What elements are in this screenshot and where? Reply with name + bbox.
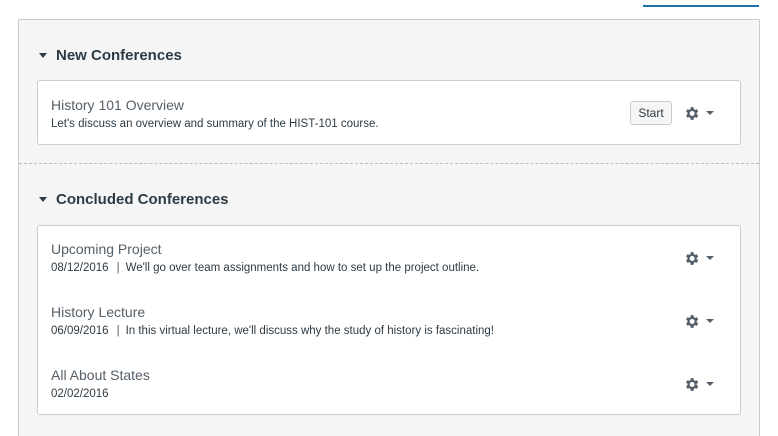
meta-separator: | <box>116 325 120 337</box>
conference-title[interactable]: History 101 Overview <box>51 97 184 113</box>
start-button[interactable]: Start <box>630 101 672 125</box>
gear-icon <box>683 105 700 122</box>
list-item: All About States 02/02/2016 <box>38 352 740 415</box>
caret-down-icon <box>39 53 47 58</box>
gear-icon <box>683 376 700 393</box>
conference-date: 06/09/2016 <box>51 325 109 337</box>
conference-title[interactable]: All About States <box>51 367 150 383</box>
chevron-down-icon <box>706 382 714 386</box>
list-item: Upcoming Project 08/12/2016 | We'll go ove… <box>38 226 740 289</box>
caret-down-icon <box>39 197 47 202</box>
settings-menu-button[interactable] <box>683 248 719 268</box>
conference-description: We'll go over team assignments and how t… <box>125 262 480 274</box>
top-tab-underline <box>643 5 759 7</box>
section-title: New Conferences <box>56 47 182 64</box>
list-item: History Lecture 06/09/2016 | In this virtu… <box>38 289 740 352</box>
conference-date: 08/12/2016 <box>51 262 109 274</box>
concluded-conferences-header[interactable]: Concluded Conferences <box>39 191 229 208</box>
section-divider <box>19 163 759 164</box>
conference-description: Let's discuss an overview and summary of… <box>51 118 379 130</box>
new-conferences-header[interactable]: New Conferences <box>39 47 182 64</box>
conferences-panel: New Conferences History 101 Overview Let… <box>18 19 760 436</box>
conference-date: 02/02/2016 <box>51 388 109 400</box>
conference-meta: 06/09/2016 | In this virtual lecture, we'l… <box>51 325 494 337</box>
gear-icon <box>683 250 700 267</box>
list-item: History 101 Overview Let's discuss an ov… <box>38 81 740 144</box>
conference-meta: 02/02/2016 <box>51 388 109 400</box>
settings-menu-button[interactable] <box>683 374 719 394</box>
gear-icon <box>683 313 700 330</box>
conference-title[interactable]: Upcoming Project <box>51 241 162 257</box>
settings-menu-button[interactable] <box>683 103 719 123</box>
chevron-down-icon <box>706 256 714 260</box>
conference-meta: 08/12/2016 | We'll go over team assignment… <box>51 262 479 274</box>
meta-separator: | <box>116 262 120 274</box>
conference-description: In this virtual lecture, we'll discuss w… <box>125 325 494 337</box>
chevron-down-icon <box>706 111 714 115</box>
new-conferences-list: History 101 Overview Let's discuss an ov… <box>37 80 741 145</box>
settings-menu-button[interactable] <box>683 311 719 331</box>
chevron-down-icon <box>706 319 714 323</box>
section-title: Concluded Conferences <box>56 191 229 208</box>
conference-title[interactable]: History Lecture <box>51 304 145 320</box>
concluded-conferences-list: Upcoming Project 08/12/2016 | We'll go ove… <box>37 225 741 415</box>
